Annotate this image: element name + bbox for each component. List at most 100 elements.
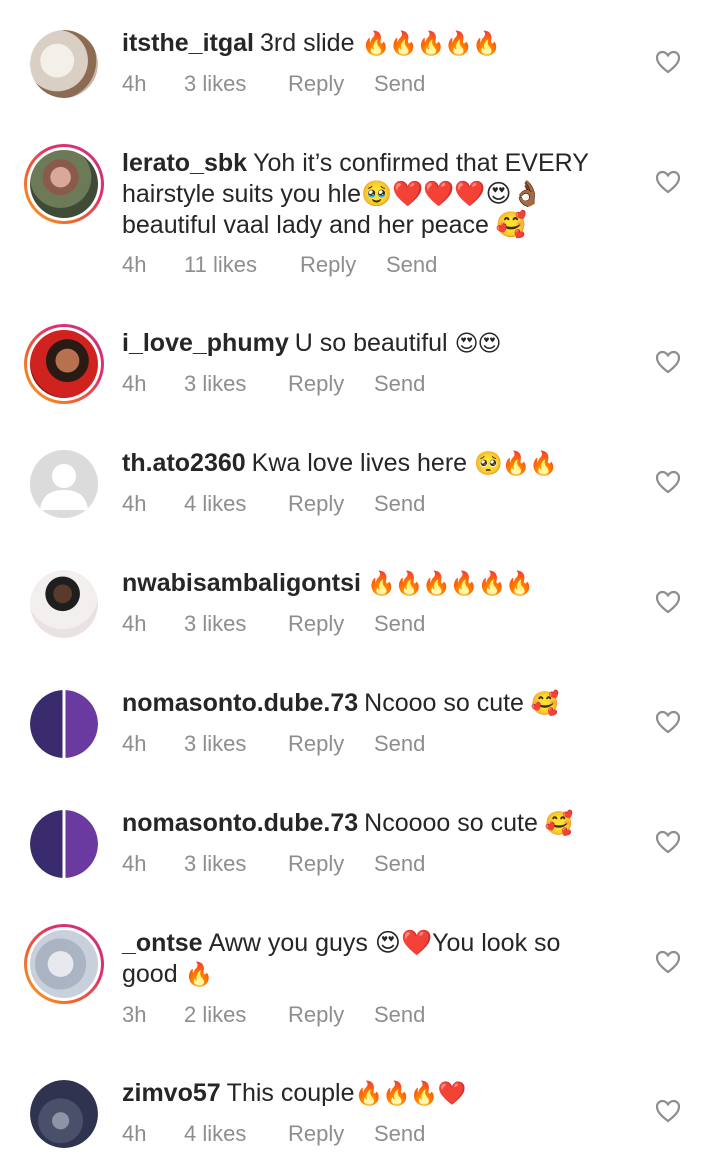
comment-time: 4h [122, 71, 147, 96]
heart-outline-icon[interactable] [655, 1099, 681, 1123]
comment-username[interactable]: th.ato2360 [122, 449, 246, 477]
comment-text: nomasonto.dube.73 Ncoooo so cute 🥰 [122, 808, 622, 840]
comment-likes[interactable]: 4 likes [184, 491, 288, 517]
comment-time: 4h [122, 371, 147, 396]
avatar[interactable] [30, 450, 98, 518]
comment-time: 3h [122, 1002, 147, 1027]
comment-time: 4h [122, 491, 147, 516]
comment-likes[interactable]: 3 likes [184, 851, 288, 877]
reply-button[interactable]: Reply [288, 491, 374, 517]
comment-text: i_love_phumy U so beautiful 😍😍 [122, 328, 622, 360]
comment-meta: 4h 3 likes Reply Send [122, 731, 425, 757]
comment-time: 4h [122, 851, 147, 876]
comment-text: nwabisambaligontsi 🔥🔥🔥🔥🔥🔥 [122, 568, 622, 600]
default-avatar-icon [30, 450, 98, 518]
reply-button[interactable]: Reply [300, 252, 386, 278]
comment-username[interactable]: nwabisambaligontsi [122, 569, 361, 597]
send-button[interactable]: Send [374, 851, 425, 877]
avatar[interactable] [30, 570, 98, 638]
send-button[interactable]: Send [374, 731, 425, 757]
reply-button[interactable]: Reply [288, 1121, 374, 1147]
avatar-photo [30, 690, 98, 758]
avatar-photo [30, 330, 98, 398]
comment-meta: 4h 3 likes Reply Send [122, 611, 425, 637]
avatar-photo [30, 810, 98, 878]
send-button[interactable]: Send [374, 1121, 425, 1147]
comment-username[interactable]: nomasonto.dube.73 [122, 809, 358, 837]
comment-username[interactable]: _ontse [122, 929, 203, 957]
fire-emoji-icon: 🔥🔥🔥🔥🔥 [361, 31, 500, 57]
comment-meta: 4h 4 likes Reply Send [122, 491, 425, 517]
send-button[interactable]: Send [374, 71, 425, 97]
avatar-photo [30, 930, 98, 998]
fire-heart-emoji-icon: 🔥🔥🔥❤️ [354, 1081, 467, 1107]
send-button[interactable]: Send [386, 252, 437, 278]
avatar[interactable] [30, 30, 98, 98]
comment-likes[interactable]: 3 likes [184, 71, 288, 97]
reply-button[interactable]: Reply [288, 371, 374, 397]
comment-username[interactable]: lerato_sbk [122, 149, 247, 177]
comment-likes[interactable]: 3 likes [184, 731, 288, 757]
comment-body: Ncoooo so cute [364, 809, 538, 837]
heart-outline-icon[interactable] [655, 470, 681, 494]
heart-outline-icon[interactable] [655, 50, 681, 74]
heart-outline-icon[interactable] [655, 350, 681, 374]
heart-eyes-emoji-icon: 😍😍 [454, 331, 502, 357]
comment-likes[interactable]: 4 likes [184, 1121, 288, 1147]
comment-text: th.ato2360 Kwa love lives here 🥺🔥🔥 [122, 448, 622, 480]
comment-text: nomasonto.dube.73 Ncooo so cute 🥰 [122, 688, 622, 720]
comment-likes[interactable]: 2 likes [184, 1002, 288, 1028]
reply-button[interactable]: Reply [288, 851, 374, 877]
avatar[interactable] [24, 924, 104, 1004]
avatar[interactable] [24, 144, 104, 224]
reply-button[interactable]: Reply [288, 611, 374, 637]
heart-outline-icon[interactable] [655, 830, 681, 854]
heart-outline-icon[interactable] [655, 950, 681, 974]
comment-text: itsthe_itgal 3rd slide 🔥🔥🔥🔥🔥 [122, 28, 622, 60]
comment-likes[interactable]: 3 likes [184, 371, 288, 397]
heart-outline-icon[interactable] [655, 590, 681, 614]
comment-body: Kwa love lives here [251, 449, 468, 477]
send-button[interactable]: Send [374, 1002, 425, 1028]
comment-text: _ontse Aww you guys 😍❤️You look so good 🔥 [122, 928, 622, 991]
comment-meta: 4h 11 likes Reply Send [122, 252, 437, 278]
comment-username[interactable]: zimvo57 [122, 1079, 221, 1107]
avatar[interactable] [30, 690, 98, 758]
send-button[interactable]: Send [374, 371, 425, 397]
comment-username[interactable]: itsthe_itgal [122, 29, 254, 57]
comment-likes[interactable]: 11 likes [184, 252, 300, 278]
comment-text: lerato_sbk Yoh it’s confirmed that EVERY … [122, 148, 622, 241]
send-button[interactable]: Send [374, 611, 425, 637]
fire-emoji-icon: 🔥🔥🔥🔥🔥🔥 [366, 571, 534, 597]
reply-button[interactable]: Reply [288, 1002, 374, 1028]
avatar[interactable] [30, 1080, 98, 1148]
smiling-hearts-emoji-icon: 🥰 [544, 811, 574, 837]
comment-time: 4h [122, 252, 147, 277]
send-button[interactable]: Send [374, 491, 425, 517]
avatar[interactable] [24, 324, 104, 404]
comment-meta: 4h 3 likes Reply Send [122, 71, 425, 97]
comment-body: Ncooo so cute [364, 689, 524, 717]
comment-meta: 3h 2 likes Reply Send [122, 1002, 425, 1028]
avatar-photo [30, 30, 98, 98]
comment-body: U so beautiful [294, 329, 448, 357]
heart-outline-icon[interactable] [655, 170, 681, 194]
pleading-fire-emoji-icon: 🥺🔥🔥 [474, 451, 558, 477]
reply-button[interactable]: Reply [288, 731, 374, 757]
reply-button[interactable]: Reply [288, 71, 374, 97]
avatar-photo [30, 150, 98, 218]
comment-username[interactable]: nomasonto.dube.73 [122, 689, 358, 717]
comment-body: This couple [226, 1079, 355, 1107]
comment-body: 3rd slide [259, 29, 355, 57]
comment-likes[interactable]: 3 likes [184, 611, 288, 637]
comment-time: 4h [122, 1121, 147, 1146]
comment-text: zimvo57 This couple🔥🔥🔥❤️ [122, 1078, 622, 1110]
comment-meta: 4h 3 likes Reply Send [122, 371, 425, 397]
comment-meta: 4h 4 likes Reply Send [122, 1121, 425, 1147]
comment-username[interactable]: i_love_phumy [122, 329, 289, 357]
comment-time: 4h [122, 731, 147, 756]
comment-meta: 4h 3 likes Reply Send [122, 851, 425, 877]
smiling-hearts-emoji-icon: 🥰 [530, 691, 560, 717]
heart-outline-icon[interactable] [655, 710, 681, 734]
avatar[interactable] [30, 810, 98, 878]
